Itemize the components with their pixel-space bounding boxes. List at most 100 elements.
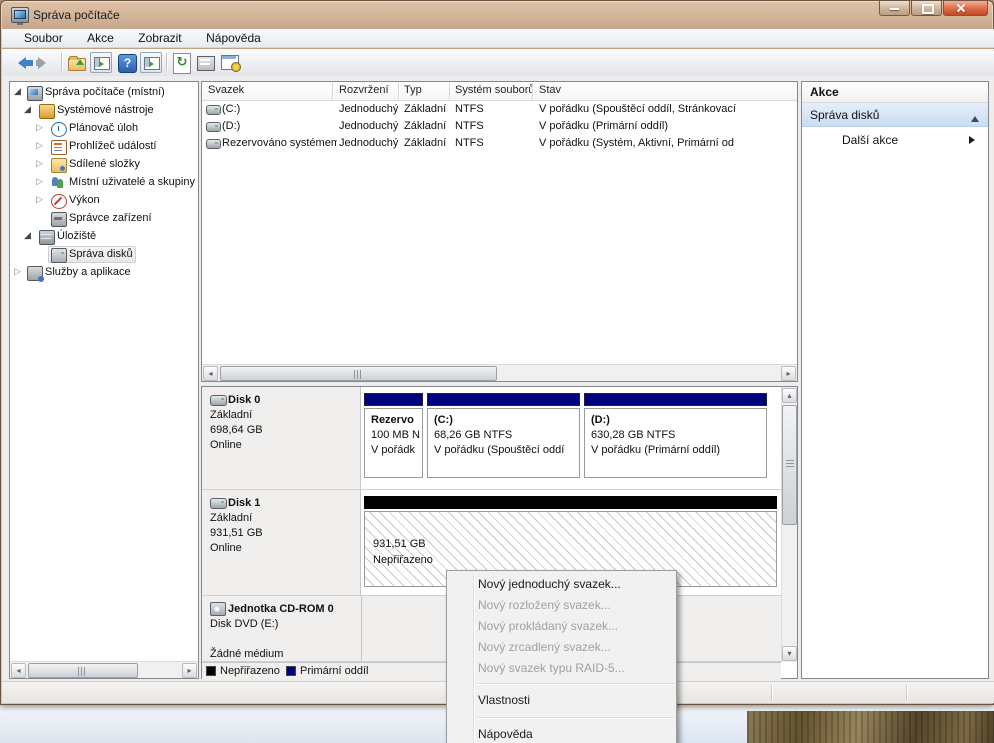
scroll-right-icon[interactable]: ▸ xyxy=(182,663,197,678)
expander-icon[interactable]: ▷ xyxy=(14,267,21,277)
sidebar-item-performance[interactable]: ▷ Výkon xyxy=(10,192,196,210)
sidebar-item-label: Prohlížeč událostí xyxy=(69,140,156,152)
menu-item-new-raid5-volume: Nový svazek typu RAID-5... xyxy=(447,658,676,679)
cell-stav: V pořádku (Spouštěcí oddíl, Stránkovací xyxy=(539,103,795,115)
expander-icon[interactable]: ◢ xyxy=(24,105,31,115)
cdrom-name: Jednotka CD-ROM 0 xyxy=(210,602,353,617)
menu-zobrazit[interactable]: Zobrazit xyxy=(128,29,191,48)
users-icon xyxy=(51,176,65,189)
column-separator[interactable] xyxy=(398,83,399,99)
column-header-typ[interactable]: Typ xyxy=(404,84,422,96)
disk-pane-vscrollbar[interactable]: ▴ ▾ xyxy=(781,387,797,662)
sidebar-item-local-users[interactable]: ▷ Místní uživatelé a skupiny xyxy=(10,174,196,192)
expander-icon[interactable]: ▷ xyxy=(36,141,43,151)
tree-hscrollbar[interactable]: ◂ ▸ xyxy=(10,661,198,678)
scrollbar-thumb[interactable] xyxy=(28,663,138,678)
actions-more-actions[interactable]: Další akce xyxy=(802,127,988,153)
help-window-button[interactable] xyxy=(219,52,241,73)
partition-status: V pořádku (Primární oddíl) xyxy=(591,443,760,458)
disk0-name: Disk 0 xyxy=(210,393,352,408)
partition-c[interactable]: (C:) 68,26 GB NTFS V pořádku (Spouštěcí … xyxy=(427,393,580,481)
unallocated-color-band xyxy=(364,496,777,509)
expander-icon[interactable]: ▷ xyxy=(36,195,43,205)
sidebar-item-services[interactable]: ▷ Služby a aplikace xyxy=(10,264,196,282)
cdrom-status: Žádné médium xyxy=(210,647,353,662)
refresh-button[interactable]: ↻ xyxy=(171,52,193,73)
column-header-rozvrzeni[interactable]: Rozvržení xyxy=(339,84,389,96)
sidebar-item-label: Správce zařízení xyxy=(69,212,152,224)
partition-d[interactable]: (D:) 630,28 GB NTFS V pořádku (Primární … xyxy=(584,393,767,481)
services-icon xyxy=(27,266,43,281)
disk0-status: Online xyxy=(210,438,352,453)
disk-icon xyxy=(210,395,227,406)
sidebar-item-computer-management[interactable]: ◢ Správa počítače (místní) xyxy=(10,84,196,102)
volume-row-d[interactable]: (D:) Jednoduchý Základní NTFS V pořádku … xyxy=(202,119,797,136)
back-button[interactable] xyxy=(10,52,32,73)
expander-icon[interactable]: ▷ xyxy=(36,123,43,133)
partition-status: V pořádku (Spouštěcí oddí xyxy=(434,443,573,458)
sidebar-item-event-viewer[interactable]: ▷ Prohlížeč událostí xyxy=(10,138,196,156)
toolbar-separator xyxy=(166,53,167,71)
scroll-up-icon[interactable]: ▴ xyxy=(782,388,797,403)
actions-more-label: Další akce xyxy=(842,133,898,147)
column-separator[interactable] xyxy=(332,83,333,99)
maximize-button[interactable] xyxy=(911,1,942,16)
folder-button[interactable] xyxy=(66,52,88,73)
sidebar-item-shared-folders[interactable]: ▷ Sdílené složky xyxy=(10,156,196,174)
close-button[interactable] xyxy=(943,1,988,16)
scrollbar-thumb[interactable] xyxy=(220,366,497,381)
properties-button[interactable] xyxy=(195,52,217,73)
volume-row-c[interactable]: (C:) Jednoduchý Základní NTFS V pořádku … xyxy=(202,102,797,119)
volume-list-hscrollbar[interactable]: ◂ ▸ xyxy=(202,364,797,381)
disk-icon xyxy=(51,248,67,263)
sidebar-item-disk-management[interactable]: Správa disků xyxy=(10,246,196,264)
scroll-left-icon[interactable]: ◂ xyxy=(203,366,218,381)
scrollbar-thumb[interactable] xyxy=(782,405,797,525)
unallocated-label: Nepřiřazeno xyxy=(373,552,776,568)
expander-icon[interactable]: ▷ xyxy=(36,177,43,187)
partition-size: 68,26 GB NTFS xyxy=(434,428,573,443)
column-separator[interactable] xyxy=(532,83,533,99)
disk0-row: Disk 0 Základní 698,64 GB Online Rezervo… xyxy=(202,387,783,490)
expander-icon[interactable]: ◢ xyxy=(24,231,31,241)
collapse-icon[interactable] xyxy=(971,112,979,122)
sidebar-item-system-tools[interactable]: ◢ Systémové nástroje xyxy=(10,102,196,120)
action-pane-toggle-button[interactable] xyxy=(140,52,162,73)
actions-group-disk-management[interactable]: Správa disků xyxy=(802,103,988,127)
menu-item-properties[interactable]: Vlastnosti xyxy=(447,688,676,713)
menu-item-new-simple-volume[interactable]: Nový jednoduchý svazek... xyxy=(447,574,676,595)
menu-akce[interactable]: Akce xyxy=(77,29,124,48)
console-tree-toggle-button[interactable] xyxy=(90,52,112,73)
cdrom-info[interactable]: Jednotka CD-ROM 0 Disk DVD (E:) Žádné mé… xyxy=(202,596,362,661)
scroll-right-icon[interactable]: ▸ xyxy=(781,366,796,381)
column-separator[interactable] xyxy=(449,83,450,99)
column-header-stav[interactable]: Stav xyxy=(539,84,561,96)
expander-icon[interactable]: ◢ xyxy=(14,87,21,97)
partition-name: (C:) xyxy=(434,413,573,428)
partition-system-reserved[interactable]: Rezervo 100 MB N V pořádk xyxy=(364,393,423,481)
minimize-button[interactable] xyxy=(879,1,910,16)
volume-list-panel: Svazek Rozvržení Typ Systém souborů Stav… xyxy=(201,81,798,382)
cell-svazek: Rezervováno systémem xyxy=(222,137,337,149)
event-log-icon xyxy=(51,140,67,155)
thumb-grip xyxy=(786,460,794,469)
title-bar[interactable]: Správa počítače xyxy=(1,1,994,29)
menu-item-help[interactable]: Nápověda xyxy=(447,722,676,743)
sidebar-item-task-scheduler[interactable]: ▷ Plánovač úloh xyxy=(10,120,196,138)
column-header-svazek[interactable]: Svazek xyxy=(208,84,244,96)
drive-icon xyxy=(206,122,221,132)
scroll-left-icon[interactable]: ◂ xyxy=(11,663,26,678)
menu-soubor[interactable]: Soubor xyxy=(14,29,73,48)
sidebar-item-device-manager[interactable]: Správce zařízení xyxy=(10,210,196,228)
sidebar-item-storage[interactable]: ◢ Úložiště xyxy=(10,228,196,246)
help-button[interactable]: ? xyxy=(116,52,138,73)
scroll-down-icon[interactable]: ▾ xyxy=(782,646,797,661)
forward-button[interactable] xyxy=(35,52,57,73)
column-header-system-souboru[interactable]: Systém souborů xyxy=(455,84,534,96)
expander-icon[interactable]: ▷ xyxy=(36,159,43,169)
disk1-info[interactable]: Disk 1 Základní 931,51 GB Online xyxy=(202,490,361,595)
cell-rozvrzeni: Jednoduchý xyxy=(339,120,398,132)
disk0-info[interactable]: Disk 0 Základní 698,64 GB Online xyxy=(202,387,361,489)
volume-row-system-reserved[interactable]: Rezervováno systémem Jednoduchý Základní… xyxy=(202,136,797,153)
menu-napoveda[interactable]: Nápověda xyxy=(196,29,271,48)
